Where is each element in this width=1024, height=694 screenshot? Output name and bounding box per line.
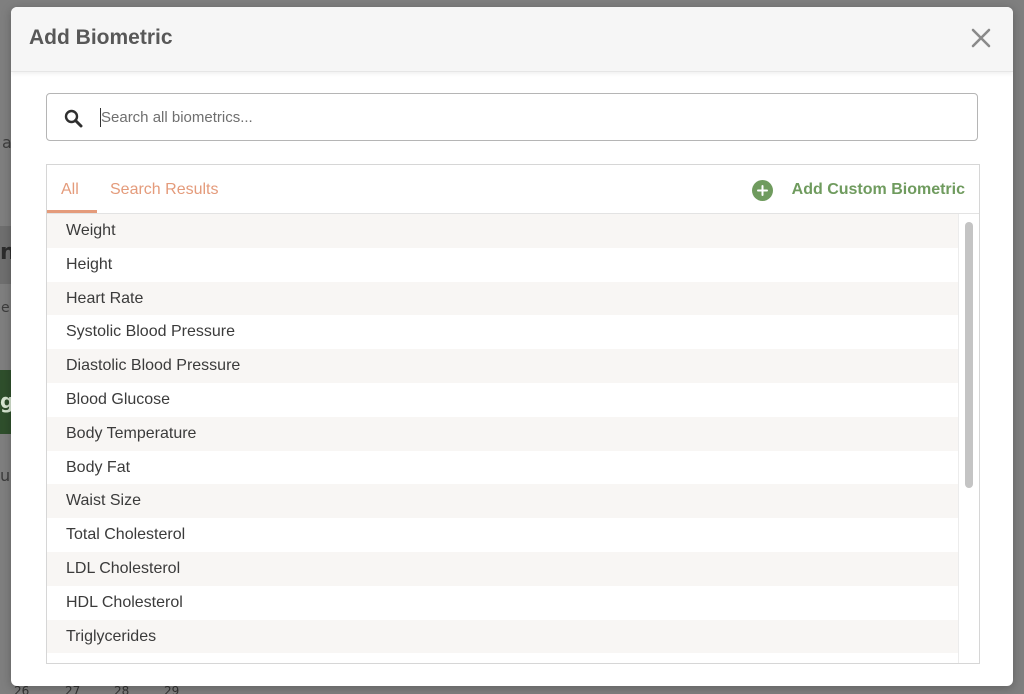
scrollbar-thumb[interactable] [965, 222, 973, 488]
background-calendar-row: 26 27 28 29 [0, 686, 1024, 694]
background-day-number: 27 [65, 686, 81, 694]
list-item[interactable]: LDL Cholesterol [47, 551, 959, 586]
list-item[interactable]: Waist Size [47, 484, 959, 519]
active-tab-indicator [47, 210, 97, 213]
list-item[interactable]: Body Fat [47, 450, 959, 485]
add-custom-biometric-button[interactable]: Add Custom Biometric [751, 178, 965, 202]
list-item[interactable]: HDL Cholesterol [47, 585, 959, 620]
list-item[interactable]: Body Temperature [47, 416, 959, 451]
close-button[interactable] [969, 26, 993, 50]
list-item[interactable]: Total Cholesterol [47, 518, 959, 552]
add-biometric-modal: Add Biometric All Search Results Add Cu [11, 7, 1013, 686]
list-item[interactable]: Diastolic Blood Pressure [47, 349, 959, 383]
tab-all[interactable]: All [61, 181, 79, 199]
search-icon [64, 109, 83, 128]
background-day-number: 28 [114, 686, 130, 694]
list-item[interactable]: Weight [47, 214, 959, 248]
biometric-list: Weight Height Heart Rate Systolic Blood … [47, 214, 959, 663]
search-box[interactable] [46, 93, 978, 141]
list-item[interactable]: Height [47, 247, 959, 282]
list-item[interactable]: Heart Rate [47, 281, 959, 316]
add-custom-biometric-label: Add Custom Biometric [791, 181, 965, 198]
biometric-list-panel: All Search Results Add Custom Biometric … [46, 164, 980, 664]
background-text-fragment: e [1, 300, 10, 316]
modal-title: Add Biometric [29, 26, 173, 49]
text-caret [100, 108, 101, 127]
tab-search-results[interactable]: Search Results [110, 181, 219, 199]
modal-header: Add Biometric [11, 7, 1013, 72]
list-item[interactable]: Systolic Blood Pressure [47, 315, 959, 350]
background-day-number: 29 [164, 686, 180, 694]
search-input[interactable] [101, 94, 961, 140]
close-icon [971, 28, 991, 48]
list-item[interactable]: Blood Glucose [47, 382, 959, 417]
list-item[interactable]: Triglycerides [47, 619, 959, 654]
plus-circle-icon [751, 179, 773, 201]
tabs-bar: All Search Results Add Custom Biometric [47, 165, 979, 214]
list-scrollbar[interactable] [958, 214, 979, 663]
background-day-number: 26 [14, 686, 30, 694]
